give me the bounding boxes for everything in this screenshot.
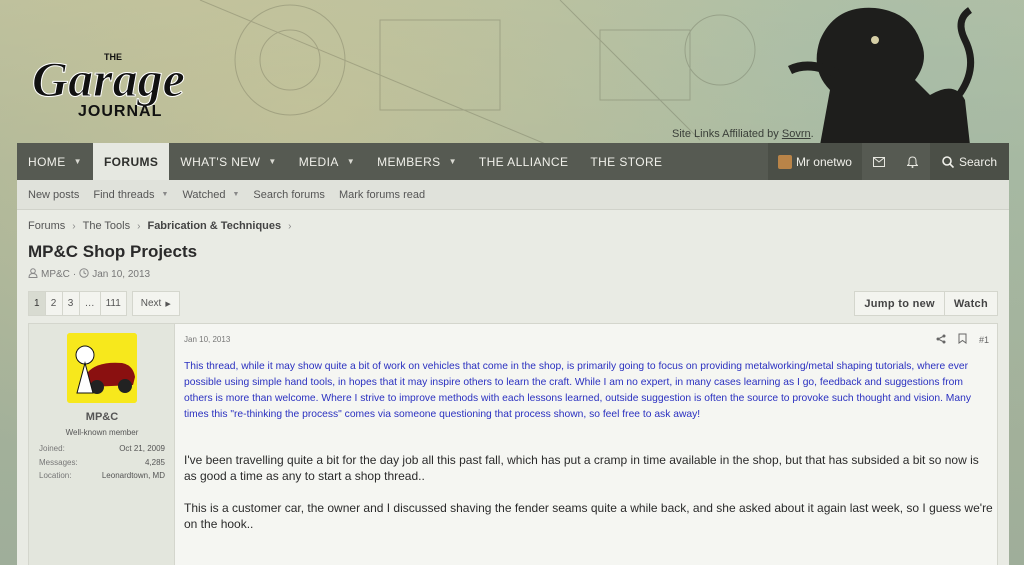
nav-whats-new[interactable]: WHAT'S NEW ▼ [169, 143, 287, 180]
chevron-right-icon: › [288, 220, 292, 232]
chevron-right-icon: › [72, 220, 76, 232]
post-number[interactable]: #1 [979, 335, 989, 345]
next-page-button[interactable]: Next ▶ [131, 291, 180, 316]
user-stats: Joined: Oct 21, 2009 Messages: 4,285 Locat… [39, 442, 165, 483]
clock-icon [79, 268, 89, 281]
affiliation-notice: Site Links Affiliated by Sovrn. [672, 128, 814, 140]
chevron-down-icon[interactable]: ▼ [232, 191, 239, 198]
affiliation-text: Site Links Affiliated by [672, 128, 779, 140]
page-2[interactable]: 2 [45, 291, 63, 316]
subnav-find-threads[interactable]: Find threads ▼ [86, 189, 175, 201]
subnav-watched[interactable]: Watched ▼ [175, 189, 246, 201]
subnav-mark-forums-read[interactable]: Mark forums read [332, 189, 432, 201]
bookmark-icon[interactable] [958, 333, 967, 346]
search-button[interactable]: Search [929, 143, 1009, 180]
caret-right-icon: ▶ [165, 300, 171, 308]
chevron-down-icon[interactable]: ▼ [74, 157, 82, 166]
nav-user-area: Mr onetwo Search [767, 143, 1009, 180]
post-date[interactable]: Jan 10, 2013 [184, 335, 230, 344]
subnav-new-posts[interactable]: New posts [21, 189, 86, 201]
page-ellipsis[interactable]: … [79, 291, 101, 316]
sub-navbar: New posts Find threads ▼ Watched ▼ Search … [17, 180, 1009, 210]
search-icon [942, 155, 954, 168]
chevron-down-icon[interactable]: ▼ [162, 191, 169, 198]
logo-bottom-text: JOURNAL [78, 103, 162, 120]
sovrn-link[interactable]: Sovrn [782, 128, 811, 140]
bell-icon[interactable] [896, 143, 930, 180]
post-paragraph-2: This is a customer car, the owner and I … [184, 501, 993, 531]
pagination: 1 2 3 … 111 Next ▶ [28, 291, 180, 316]
stat-joined: Joined: Oct 21, 2009 [39, 444, 165, 454]
main-navbar: HOME ▼ FORUMS WHAT'S NEW ▼ MEDIA ▼ MEMBERS ▼… [17, 143, 1009, 180]
post-paragraph-1: I've been travelling quite a bit for the… [184, 453, 979, 483]
chevron-down-icon[interactable]: ▼ [268, 157, 276, 166]
nav-members[interactable]: MEMBERS ▼ [366, 143, 468, 180]
nav-home[interactable]: HOME ▼ [17, 143, 93, 180]
nav-media[interactable]: MEDIA ▼ [288, 143, 366, 180]
user-menu[interactable]: Mr onetwo [767, 143, 862, 180]
post-tools: #1 [924, 333, 989, 346]
thread-author[interactable]: MP&C [41, 269, 70, 280]
user-avatar [777, 154, 792, 169]
nav-the-store[interactable]: THE STORE [579, 143, 673, 180]
breadcrumb-fabrication[interactable]: Fabrication & Techniques [147, 220, 281, 232]
stat-location: Location: Leonardtown, MD [39, 471, 165, 481]
nav-the-alliance[interactable]: THE ALLIANCE [468, 143, 580, 180]
breadcrumb: Forums › The Tools › Fabrication & Techn… [28, 220, 298, 232]
page-1[interactable]: 1 [28, 291, 46, 316]
thread-date[interactable]: Jan 10, 2013 [92, 269, 150, 280]
nav-forums[interactable]: FORUMS [92, 143, 170, 180]
user-icon [28, 268, 38, 281]
post: MP&C Well-known member Joined: Oct 21, 20… [28, 323, 998, 565]
breadcrumb-the-tools[interactable]: The Tools [83, 220, 131, 232]
chevron-down-icon[interactable]: ▼ [347, 157, 355, 166]
page-3[interactable]: 3 [62, 291, 80, 316]
main-content: Forums › The Tools › Fabrication & Techn… [17, 210, 1009, 565]
share-icon[interactable] [936, 334, 946, 346]
chevron-right-icon: › [137, 220, 141, 232]
page-title: MP&C Shop Projects [28, 242, 198, 261]
breadcrumb-forums[interactable]: Forums [28, 220, 65, 232]
stat-messages: Messages: 4,285 [39, 457, 165, 467]
thread-meta: MP&C · Jan 10, 2013 [28, 268, 150, 281]
username: Mr onetwo [795, 154, 852, 169]
thread-actions: Jump to new Watch [854, 291, 998, 316]
post-username[interactable]: MP&C [29, 411, 175, 423]
post-user-cell: MP&C Well-known member Joined: Oct 21, 20… [29, 324, 175, 565]
post-intro-text: This thread, while it may show quite a b… [184, 361, 971, 420]
avatar[interactable] [67, 333, 137, 403]
inbox-icon[interactable] [862, 143, 896, 180]
jump-to-new-button[interactable]: Jump to new [854, 291, 945, 316]
post-message: Jan 10, 2013 #1 This thread, while it ma… [175, 324, 997, 565]
garage-journal-logo[interactable]: THE Garage JOURNAL [30, 16, 200, 126]
watch-button[interactable]: Watch [944, 291, 998, 316]
lion-logo-icon [787, 7, 975, 145]
logo-main-text: Garage [32, 51, 185, 107]
user-title: Well-known member [65, 428, 139, 437]
page-111[interactable]: 111 [100, 291, 127, 316]
chevron-down-icon[interactable]: ▼ [449, 157, 457, 166]
subnav-search-forums[interactable]: Search forums [246, 189, 332, 201]
